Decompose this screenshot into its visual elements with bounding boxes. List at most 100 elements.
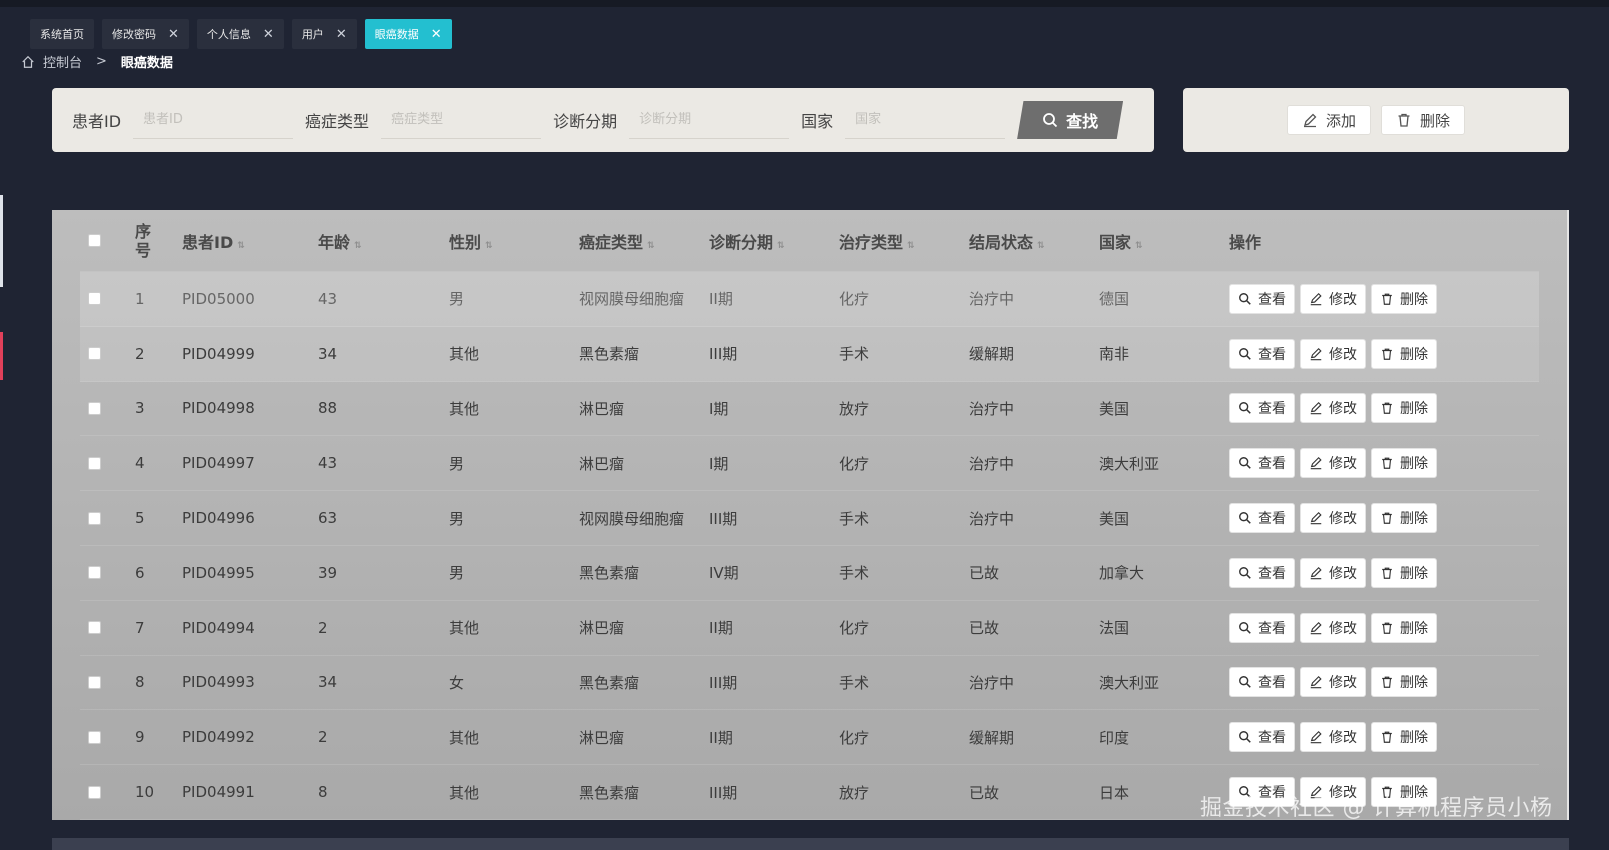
row-checkbox[interactable] bbox=[88, 730, 101, 744]
tab-4[interactable]: 眼癌数据 ✕ bbox=[364, 19, 452, 49]
view-button[interactable]: 查看 bbox=[1229, 448, 1295, 479]
close-icon[interactable]: ✕ bbox=[431, 27, 442, 42]
sidebar-edge-marker bbox=[0, 195, 3, 287]
view-button[interactable]: 查看 bbox=[1229, 503, 1295, 534]
edit-button[interactable]: 修改 bbox=[1300, 557, 1366, 588]
edit-button[interactable]: 修改 bbox=[1300, 393, 1366, 424]
edit-button[interactable]: 修改 bbox=[1300, 448, 1366, 479]
row-checkbox[interactable] bbox=[88, 511, 101, 525]
edit-button[interactable]: 修改 bbox=[1300, 722, 1366, 753]
view-button[interactable]: 查看 bbox=[1229, 338, 1295, 369]
cell-patient-id: PID04999 bbox=[182, 344, 255, 363]
sort-icon[interactable]: ⇅ bbox=[485, 241, 493, 251]
add-button[interactable]: 添加 bbox=[1286, 105, 1371, 135]
breadcrumb-home[interactable]: 控制台 bbox=[43, 52, 82, 71]
table-row: 5 PID04996 63 男 视网膜母细胞瘤 III期 手术 治疗中 美国 查看 修改 删除 bbox=[80, 491, 1539, 546]
delete-button[interactable]: 删除 bbox=[1371, 667, 1437, 698]
edit-button-label: 修改 bbox=[1329, 675, 1357, 692]
cell-outcome: 治疗中 bbox=[969, 673, 1015, 692]
stage-input[interactable] bbox=[629, 101, 790, 139]
row-checkbox[interactable] bbox=[88, 785, 101, 799]
delete-button-label: 删除 bbox=[1400, 565, 1428, 582]
view-button[interactable]: 查看 bbox=[1229, 612, 1295, 643]
row-actions: 查看 修改 删除 bbox=[1229, 557, 1437, 588]
delete-button[interactable]: 删除 bbox=[1371, 448, 1437, 479]
header-patient-id[interactable]: 患者ID ⇅ bbox=[182, 229, 245, 253]
table-row: 8 PID04993 34 女 黑色素瘤 III期 手术 治疗中 澳大利亚 查看 修改 删除 bbox=[80, 656, 1539, 711]
tab-1[interactable]: 修改密码 ✕ bbox=[102, 19, 189, 49]
cancer-type-input[interactable] bbox=[381, 101, 542, 139]
close-icon[interactable]: ✕ bbox=[263, 27, 274, 42]
cell-cancer-type: 黑色素瘤 bbox=[579, 673, 640, 692]
edit-button[interactable]: 修改 bbox=[1300, 338, 1366, 369]
row-checkbox[interactable] bbox=[88, 292, 101, 306]
header-gender[interactable]: 性别 ⇅ bbox=[449, 229, 493, 253]
close-icon[interactable]: ✕ bbox=[336, 27, 347, 42]
header-country[interactable]: 国家 ⇅ bbox=[1099, 229, 1143, 253]
edit-icon bbox=[1303, 113, 1317, 128]
delete-button[interactable]: 删除 bbox=[1371, 393, 1437, 424]
tab-0[interactable]: 系统首页 bbox=[30, 19, 94, 49]
view-button-label: 查看 bbox=[1258, 401, 1286, 418]
view-button[interactable]: 查看 bbox=[1229, 557, 1295, 588]
row-checkbox[interactable] bbox=[88, 621, 101, 635]
delete-button[interactable]: 删除 bbox=[1371, 612, 1437, 643]
table-header: 序号 患者ID ⇅ 年龄 ⇅ 性别 ⇅ 癌症类型 ⇅ 诊断分期 ⇅ 治疗类型 ⇅ 结局状态 ⇅ 国家 ⇅ 操作 bbox=[80, 210, 1539, 272]
sort-icon[interactable]: ⇅ bbox=[907, 241, 915, 251]
delete-button[interactable]: 删除 bbox=[1371, 283, 1437, 314]
select-all-checkbox[interactable] bbox=[88, 234, 101, 247]
header-stage[interactable]: 诊断分期 ⇅ bbox=[709, 229, 785, 253]
sort-icon[interactable]: ⇅ bbox=[237, 241, 245, 251]
header-cancer-type[interactable]: 癌症类型 ⇅ bbox=[579, 229, 655, 253]
header-index[interactable]: 序号 bbox=[135, 222, 153, 260]
add-button-label: 添加 bbox=[1325, 111, 1356, 130]
sort-icon[interactable]: ⇅ bbox=[1135, 241, 1143, 251]
edit-icon bbox=[1309, 675, 1323, 689]
header-treatment[interactable]: 治疗类型 ⇅ bbox=[839, 229, 915, 253]
search-button[interactable]: 查找 bbox=[1017, 101, 1124, 139]
delete-button[interactable]: 删除 bbox=[1371, 722, 1437, 753]
delete-button[interactable]: 删除 bbox=[1371, 503, 1437, 534]
delete-button[interactable]: 删除 bbox=[1371, 557, 1437, 588]
search-icon bbox=[1238, 675, 1252, 689]
row-checkbox[interactable] bbox=[88, 401, 101, 415]
top-bar bbox=[0, 0, 1609, 7]
sidebar-active-marker bbox=[0, 332, 3, 380]
edit-button[interactable]: 修改 bbox=[1300, 503, 1366, 534]
edit-icon bbox=[1309, 401, 1323, 415]
tab-2[interactable]: 个人信息 ✕ bbox=[196, 19, 284, 49]
trash-icon bbox=[1380, 511, 1394, 525]
view-button[interactable]: 查看 bbox=[1229, 667, 1295, 698]
cell-outcome: 已故 bbox=[969, 564, 1000, 583]
delete-button[interactable]: 删除 bbox=[1371, 338, 1437, 369]
sort-icon[interactable]: ⇅ bbox=[647, 241, 655, 251]
cell-outcome: 治疗中 bbox=[969, 399, 1015, 418]
view-button[interactable]: 查看 bbox=[1229, 283, 1295, 314]
table-row: 6 PID04995 39 男 黑色素瘤 IV期 手术 已故 加拿大 查看 修改 删除 bbox=[80, 546, 1539, 601]
bulk-delete-button[interactable]: 删除 bbox=[1381, 105, 1466, 135]
delete-button-label: 删除 bbox=[1400, 620, 1428, 637]
row-checkbox[interactable] bbox=[88, 566, 101, 580]
patient-id-field: 患者ID bbox=[72, 101, 294, 139]
view-button[interactable]: 查看 bbox=[1229, 722, 1295, 753]
patient-id-input[interactable] bbox=[133, 101, 294, 139]
cell-country: 日本 bbox=[1099, 783, 1130, 802]
country-input[interactable] bbox=[845, 101, 1006, 139]
cell-outcome: 缓解期 bbox=[969, 728, 1015, 747]
sort-icon[interactable]: ⇅ bbox=[1037, 241, 1045, 251]
header-age[interactable]: 年龄 ⇅ bbox=[318, 229, 362, 253]
view-button[interactable]: 查看 bbox=[1229, 393, 1295, 424]
close-icon[interactable]: ✕ bbox=[168, 27, 179, 42]
edit-button[interactable]: 修改 bbox=[1300, 612, 1366, 643]
row-checkbox[interactable] bbox=[88, 347, 101, 361]
row-checkbox[interactable] bbox=[88, 456, 101, 470]
header-outcome[interactable]: 结局状态 ⇅ bbox=[969, 229, 1045, 253]
row-checkbox[interactable] bbox=[88, 675, 101, 689]
tab-3[interactable]: 用户 ✕ bbox=[291, 19, 357, 49]
sort-icon[interactable]: ⇅ bbox=[354, 241, 362, 251]
edit-button[interactable]: 修改 bbox=[1300, 283, 1366, 314]
tab-label: 个人信息 bbox=[206, 28, 251, 41]
trash-icon bbox=[1380, 566, 1394, 580]
sort-icon[interactable]: ⇅ bbox=[777, 241, 785, 251]
edit-button[interactable]: 修改 bbox=[1300, 667, 1366, 698]
